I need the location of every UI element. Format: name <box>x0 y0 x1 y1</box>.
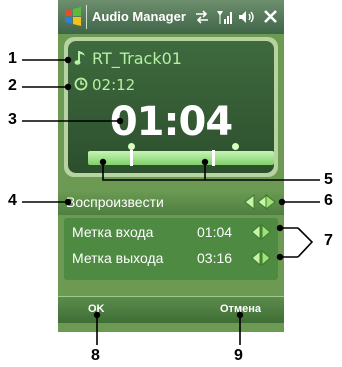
callout-lines <box>22 56 320 345</box>
callout-1: 1 <box>8 50 17 67</box>
callout-8: 8 <box>91 347 100 364</box>
callout-9: 9 <box>234 347 243 364</box>
callout-5: 5 <box>324 171 333 188</box>
callout-6: 6 <box>324 192 333 209</box>
callout-7: 7 <box>324 232 333 249</box>
callout-2: 2 <box>8 77 17 94</box>
callout-3: 3 <box>8 111 17 128</box>
callout-4: 4 <box>8 192 17 209</box>
